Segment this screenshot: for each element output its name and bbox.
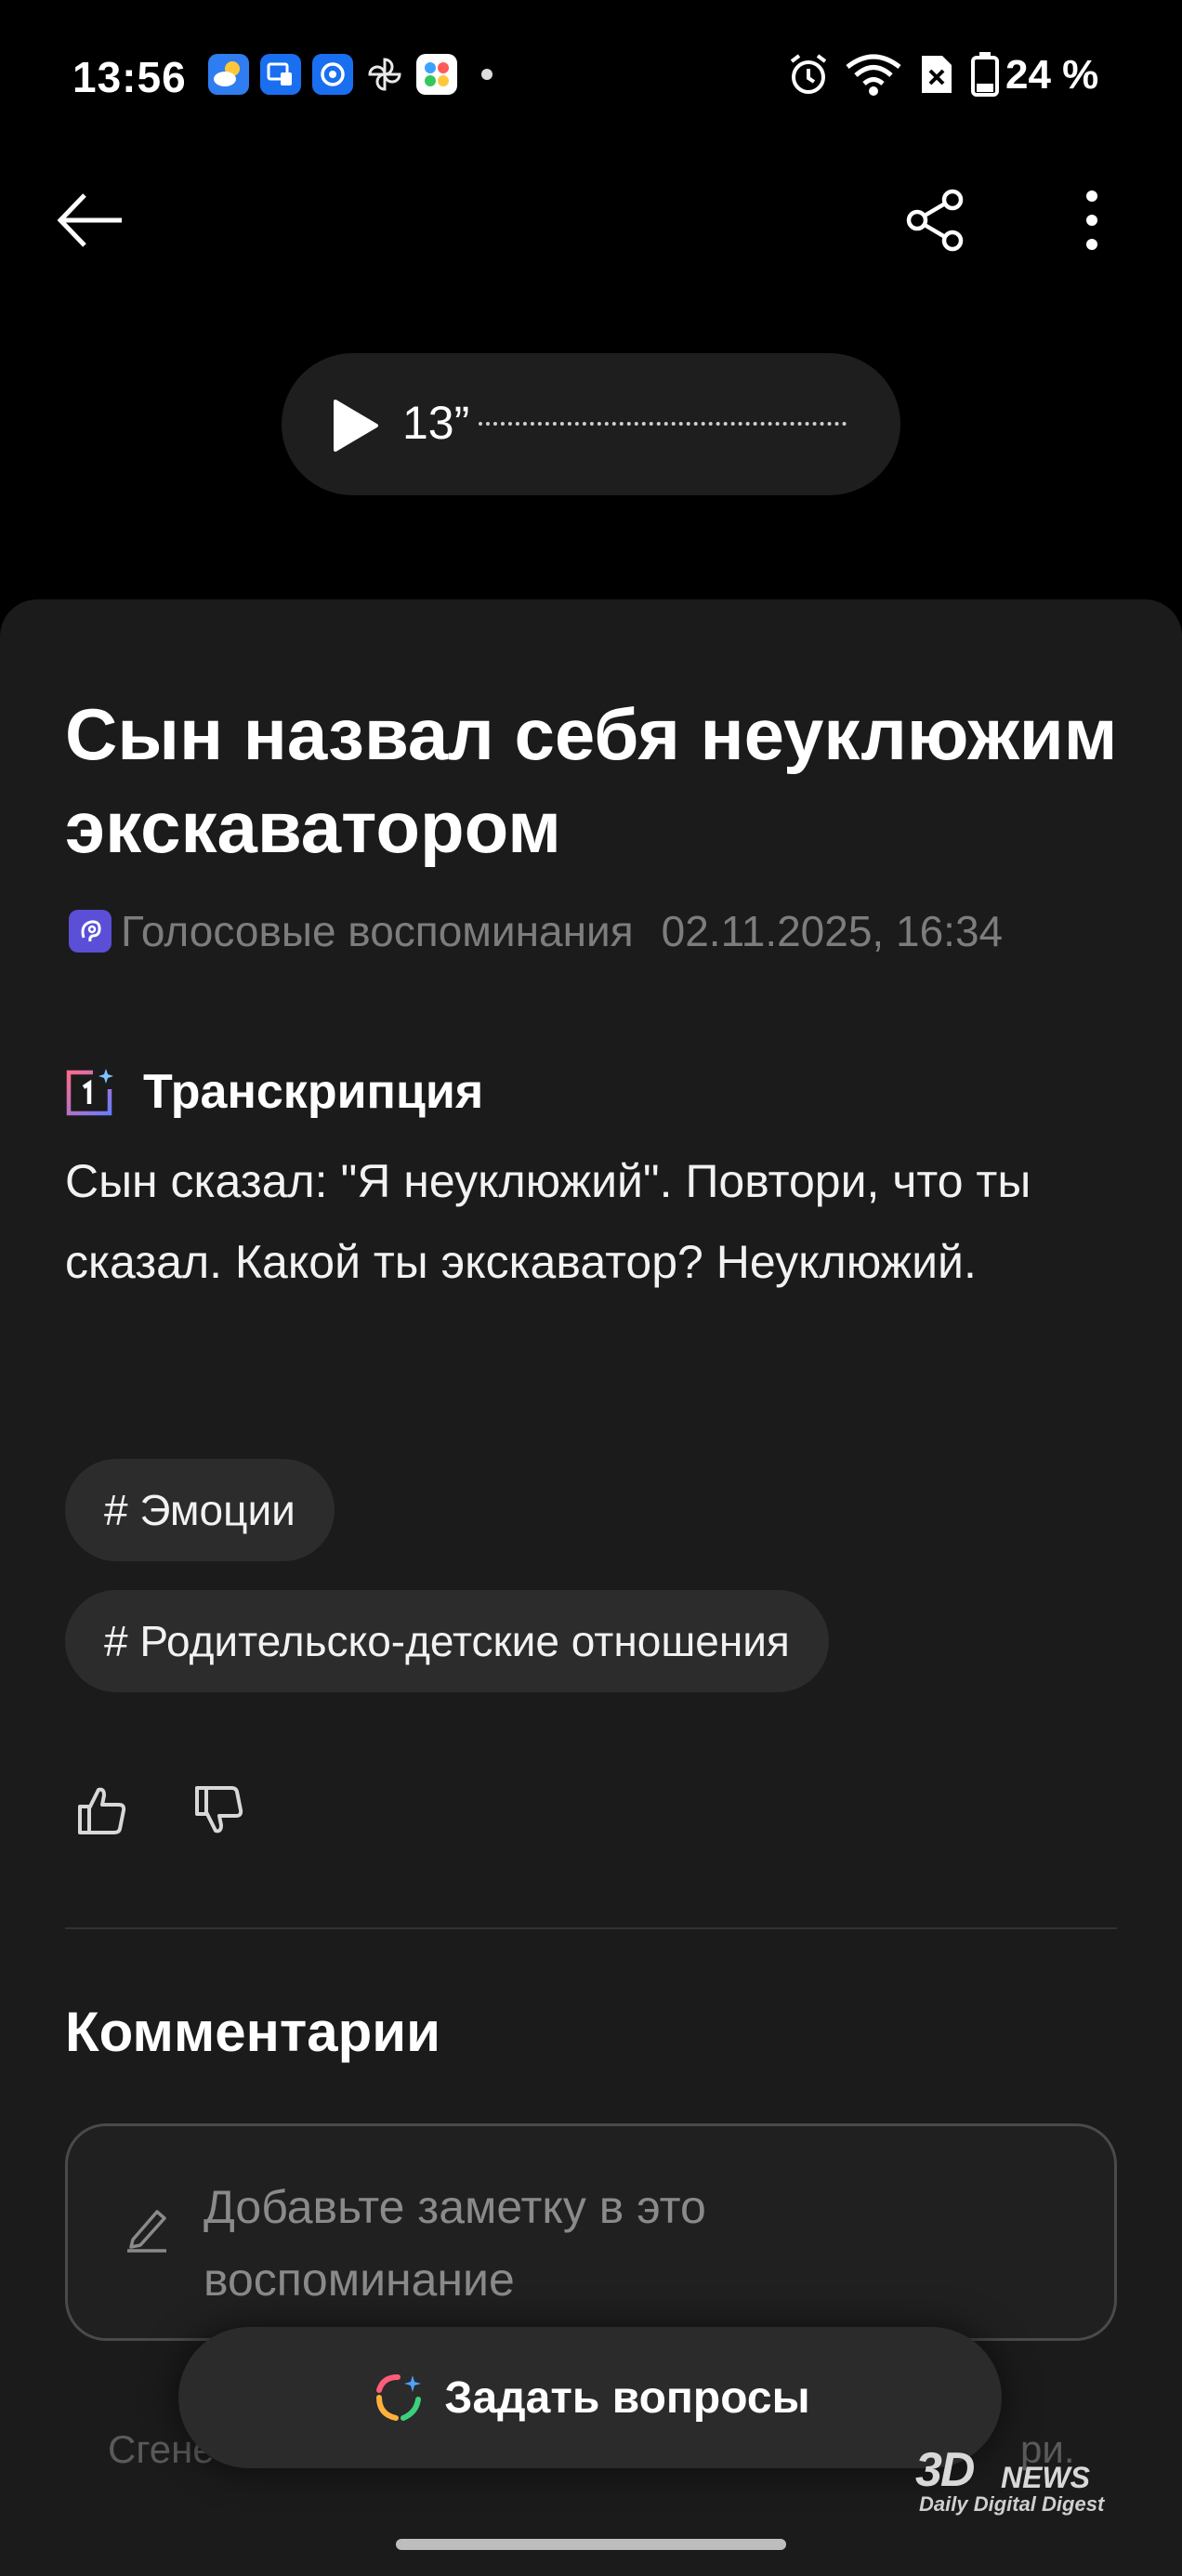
weather-icon (208, 54, 249, 95)
add-note-placeholder: Добавьте заметку в это воспоминание (204, 2181, 706, 2306)
comments-heading: Комментарии (65, 2001, 441, 2063)
memory-date: 02.11.2025, 16:34 (661, 907, 1004, 955)
audio-duration: 13” (402, 397, 470, 449)
thumbs-down-icon (195, 1786, 243, 1833)
voice-memory-category-icon (69, 910, 112, 953)
section-divider (65, 1927, 1117, 1929)
tag-chip[interactable]: # Родительско-детские отношения (65, 1590, 829, 1692)
wifi-icon (844, 50, 903, 103)
apps-icon (416, 54, 457, 95)
watermark-tagline: Daily Digital Digest (919, 2492, 1105, 2516)
pinwheel-icon (364, 54, 405, 95)
memory-title: Сын назвал себя неуклюжим экскаватором (65, 693, 1118, 868)
ask-questions-label: Задать вопросы (444, 2372, 810, 2423)
pencil-icon (124, 2202, 170, 2257)
app-bar (0, 158, 1182, 279)
play-icon[interactable] (330, 398, 382, 458)
add-note-input[interactable]: Добавьте заметку в это воспоминание (65, 2123, 1117, 2341)
memory-category: Голосовые воспоминания (121, 907, 634, 955)
transcription-text: Сын сказал: "Я неуклюжий". Повтори, что … (65, 1155, 1031, 1288)
transcription-heading: Транскрипция (65, 1059, 483, 1124)
email-icon (312, 54, 353, 95)
back-button[interactable] (48, 178, 132, 262)
transcription-heading-label: Транскрипция (143, 1065, 484, 1119)
alarm-icon (784, 50, 833, 103)
battery-icon (970, 50, 1000, 103)
no-sim-icon (918, 50, 955, 103)
share-button[interactable] (894, 178, 978, 262)
ask-questions-button[interactable]: Задать вопросы (178, 2327, 1002, 2468)
status-time: 13:56 (72, 53, 187, 101)
thumbs-up-button[interactable] (74, 1782, 130, 1843)
back-arrow-icon (57, 193, 122, 247)
audio-waveform[interactable] (479, 422, 847, 429)
more-notifications-dot (481, 69, 492, 80)
more-options-button[interactable] (1050, 178, 1134, 262)
tag-chip[interactable]: # Эмоции (65, 1459, 335, 1561)
audio-player[interactable]: 13” (282, 353, 900, 495)
battery-percentage: 24 % (1005, 52, 1099, 98)
watermark-news: NEWS (1001, 2461, 1090, 2494)
thumbs-down-button[interactable] (191, 1782, 247, 1843)
home-indicator[interactable] (396, 2539, 786, 2550)
share-icon (906, 189, 964, 252)
3dnews-watermark: 3D NEWS Daily Digital Digest (915, 2442, 1138, 2517)
thumbs-up-icon (78, 1787, 126, 1834)
status-bar: 13:56 24 % (0, 0, 1182, 158)
memory-meta: Голосовые воспоминания 02.11.2025, 16:34 (69, 903, 1003, 959)
ai-sparkle-icon (376, 2374, 422, 2421)
ai-transcription-icon (65, 1067, 115, 1117)
more-vert-icon (1086, 191, 1097, 250)
screen-mirror-icon (260, 54, 301, 95)
watermark-brand: 3D (915, 2443, 976, 2497)
